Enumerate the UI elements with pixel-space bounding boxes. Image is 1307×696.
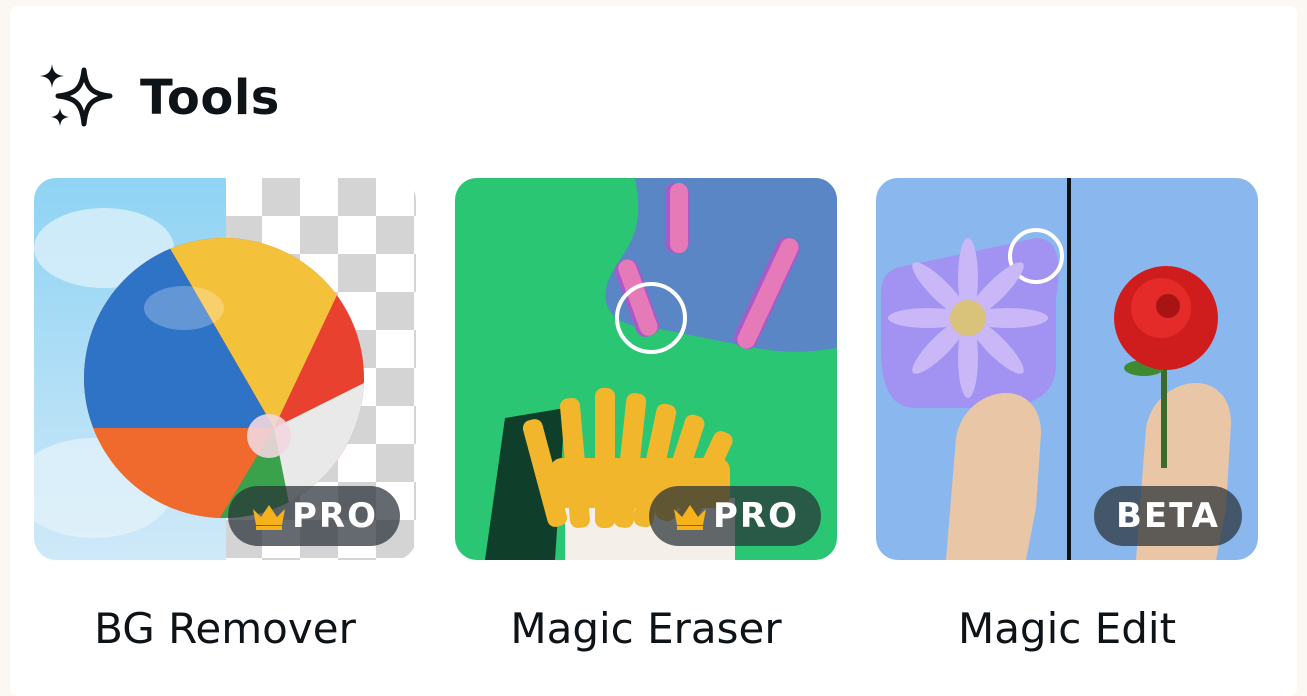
tool-card-magic-eraser[interactable]: PRO <box>455 178 837 560</box>
section-title: Tools <box>140 70 280 126</box>
pro-badge: PRO <box>648 486 821 546</box>
tool-card-magic-edit[interactable]: BETA <box>876 178 1258 560</box>
badge-label: PRO <box>291 496 378 536</box>
tool-label-magic-eraser[interactable]: Magic Eraser <box>455 604 837 653</box>
beta-badge: BETA <box>1093 486 1242 546</box>
tool-label-magic-edit[interactable]: Magic Edit <box>876 604 1258 653</box>
tool-card-bg-remover[interactable]: PRO <box>34 178 416 560</box>
pro-badge: PRO <box>227 486 400 546</box>
tools-header: Tools <box>38 62 280 134</box>
crown-icon <box>673 505 706 530</box>
sparkles-icon <box>40 64 113 127</box>
crown-icon <box>252 505 285 530</box>
badge-label: BETA <box>1115 496 1220 536</box>
badge-label: PRO <box>712 496 799 536</box>
tool-label-bg-remover[interactable]: BG Remover <box>34 604 416 653</box>
